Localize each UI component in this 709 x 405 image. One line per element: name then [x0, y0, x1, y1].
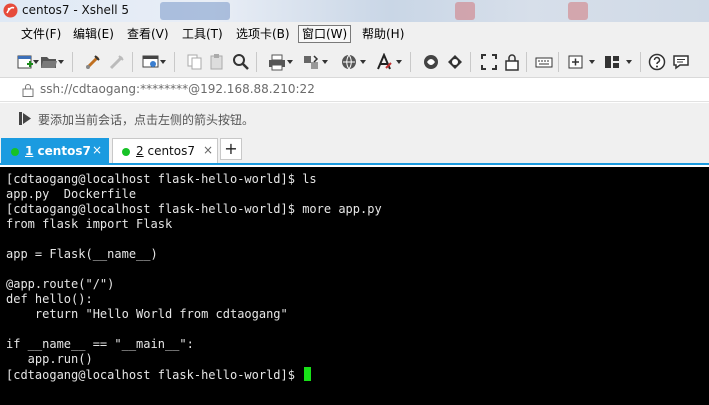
keyboard-icon[interactable] [535, 53, 553, 71]
layout-icon[interactable] [603, 53, 621, 71]
toolbar-divider [72, 52, 73, 72]
menu-window[interactable]: 窗口(W) [298, 25, 352, 43]
menu-edit[interactable]: 编辑(E) [70, 25, 117, 43]
toolbar-divider [410, 52, 411, 72]
status-dot [11, 148, 19, 156]
terminal-output[interactable]: [cdtaogang@localhost flask-hello-world]$… [0, 167, 709, 405]
toolbar-divider [132, 52, 133, 72]
help-icon[interactable] [648, 53, 666, 71]
terminal-line: def hello(): [6, 292, 93, 306]
close-icon[interactable]: × [92, 143, 102, 157]
session-tab-1[interactable]: 1 centos7 × [1, 138, 109, 163]
new-tab-icon[interactable] [567, 53, 585, 71]
status-dot [122, 148, 130, 156]
open-folder-icon[interactable] [40, 53, 58, 71]
address-bar[interactable]: ssh://cdtaogang:********@192.168.88.210:… [0, 78, 709, 102]
xshell-logo-icon [3, 3, 18, 18]
terminal-prompt-line: [cdtaogang@localhost flask-hello-world]$ [6, 367, 312, 382]
copy-icon[interactable] [186, 53, 204, 71]
chat-icon[interactable] [672, 53, 690, 71]
print-icon[interactable] [268, 53, 286, 71]
background-tab-ghost [568, 2, 588, 20]
menu-tabs[interactable]: 选项卡(B) [233, 25, 293, 43]
menu-bar: 文件(F) 编辑(E) 查看(V) 工具(T) 选项卡(B) 窗口(W) 帮助(… [0, 22, 709, 46]
toolbar-divider [470, 52, 471, 72]
chevron-down-icon[interactable] [589, 60, 595, 64]
xftp-icon[interactable] [422, 53, 440, 71]
chevron-down-icon[interactable] [287, 60, 293, 64]
add-session-arrow-icon[interactable] [18, 111, 32, 126]
chevron-down-icon[interactable] [360, 60, 366, 64]
chevron-down-icon[interactable] [160, 60, 166, 64]
menu-file[interactable]: 文件(F) [18, 25, 64, 43]
terminal-line: @app.route("/") [6, 277, 115, 291]
tab-label: 1 centos7 [25, 144, 91, 158]
session-hint-text: 要添加当前会话，点击左侧的箭头按钮。 [38, 113, 255, 127]
lock-icon[interactable] [503, 53, 521, 71]
terminal-line: if __name__ == "__main__": [6, 337, 194, 351]
terminal-cursor [304, 367, 312, 381]
chevron-down-icon[interactable] [58, 60, 64, 64]
terminal-line: [cdtaogang@localhost flask-hello-world]$… [6, 202, 382, 216]
toolbar-divider [526, 52, 527, 72]
toolbar [0, 46, 709, 78]
lock-icon [22, 84, 34, 97]
properties-icon[interactable] [142, 53, 160, 71]
globe-icon[interactable] [340, 53, 358, 71]
disconnect-icon[interactable] [108, 53, 126, 71]
terminal-line: app.run() [6, 352, 93, 366]
session-tab-2[interactable]: 2 centos7 × [112, 138, 218, 163]
terminal-line: app.py Dockerfile [6, 187, 137, 201]
menu-help[interactable]: 帮助(H) [359, 25, 407, 43]
terminal-line: app = Flask(__name__) [6, 247, 158, 261]
address-url[interactable]: ssh://cdtaogang:********@192.168.88.210:… [40, 82, 315, 96]
chevron-down-icon[interactable] [626, 60, 632, 64]
transfer-icon[interactable] [302, 53, 320, 71]
chevron-down-icon[interactable] [396, 60, 402, 64]
toolbar-divider [174, 52, 175, 72]
new-session-icon[interactable] [16, 53, 34, 71]
xmanager-icon[interactable] [446, 53, 464, 71]
title-bar[interactable]: centos7 - Xshell 5 [0, 0, 709, 22]
menu-tools[interactable]: 工具(T) [179, 25, 226, 43]
background-tab-ghost [160, 2, 230, 20]
session-hint-bar: 要添加当前会话，点击左侧的箭头按钮。 [0, 103, 709, 133]
close-icon[interactable]: × [203, 143, 213, 157]
menu-view[interactable]: 查看(V) [124, 25, 172, 43]
toolbar-divider [640, 52, 641, 72]
find-icon[interactable] [232, 53, 250, 71]
chevron-down-icon[interactable] [322, 60, 328, 64]
window-title: centos7 - Xshell 5 [22, 3, 130, 17]
terminal-line: from flask import Flask [6, 217, 173, 231]
new-tab-button[interactable]: + [220, 138, 242, 160]
reconnect-icon[interactable] [84, 53, 102, 71]
chevron-down-icon[interactable] [33, 60, 39, 64]
toolbar-divider [558, 52, 559, 72]
terminal-line: return "Hello World from cdtaogang" [6, 307, 288, 321]
terminal-prompt: [cdtaogang@localhost flask-hello-world]$ [6, 368, 303, 382]
tab-label: 2 centos7 [136, 144, 195, 158]
paste-icon[interactable] [208, 53, 226, 71]
session-tab-strip: 1 centos7 × 2 centos7 × + [0, 133, 709, 165]
background-tab-ghost [455, 2, 475, 20]
font-icon[interactable] [375, 53, 393, 71]
terminal-line: [cdtaogang@localhost flask-hello-world]$… [6, 172, 317, 186]
fullscreen-icon[interactable] [480, 53, 498, 71]
toolbar-divider [256, 52, 257, 72]
